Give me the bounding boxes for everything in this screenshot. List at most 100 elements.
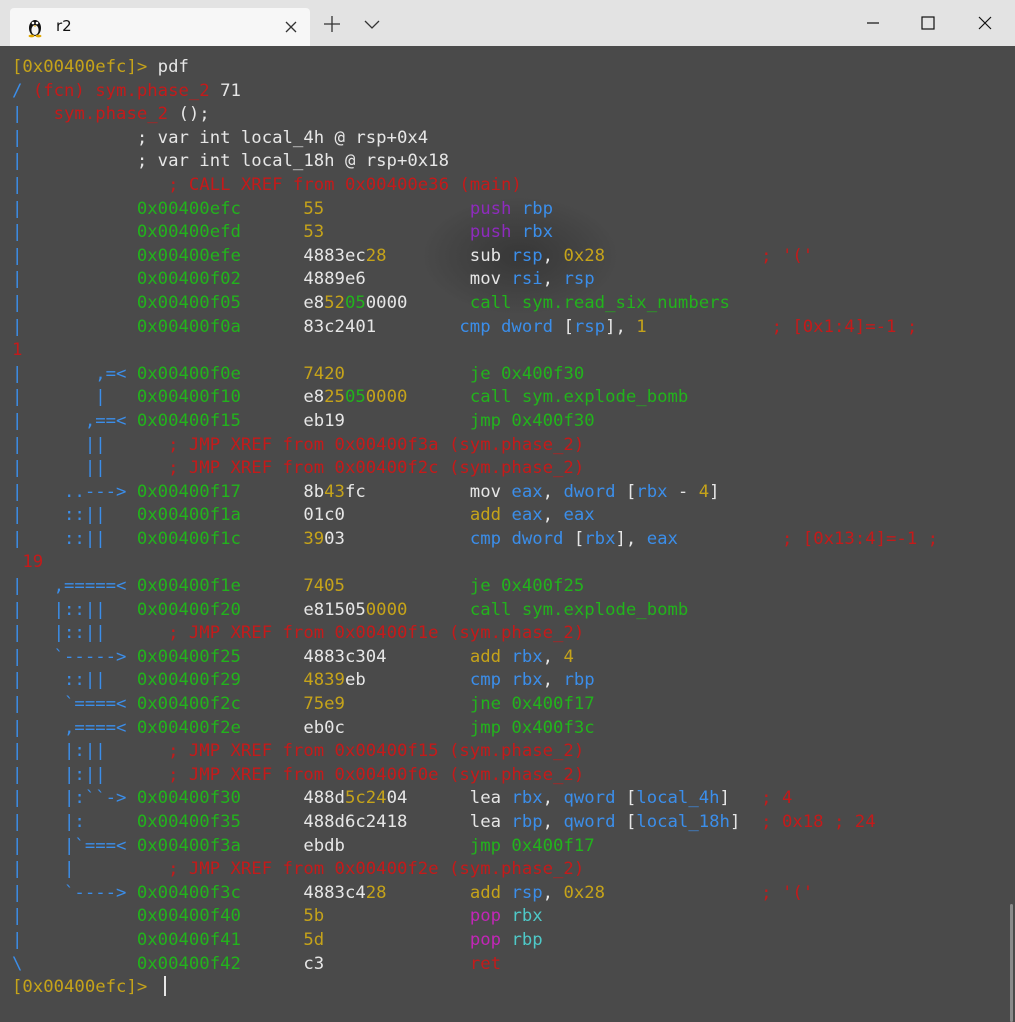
terminal-text: 4889e6 mov — [240, 269, 512, 290]
terminal-text: | ::|| — [12, 528, 137, 549]
terminal-text: 0x00400f02 — [136, 269, 241, 290]
terminal-text: eax — [511, 481, 543, 502]
terminal-text: 0x00400efc — [136, 198, 241, 219]
terminal-text: local_18h — [636, 812, 730, 832]
terminal-text: rsp — [573, 316, 606, 337]
terminal-text: je 0x400f30 — [469, 363, 585, 384]
terminal-text: [ — [625, 788, 637, 809]
terminal-text: | — [12, 127, 137, 148]
chevron-down-icon[interactable] — [360, 12, 384, 36]
terminal-line: | |::|| 0x00400f20 e815050000 call sym.e… — [12, 599, 938, 623]
terminal-text: 55 — [303, 198, 325, 219]
terminal-text: 03 — [324, 528, 470, 549]
tab-r2[interactable]: r2 — [10, 8, 310, 46]
terminal-line: [0x00400efc]> — [12, 976, 938, 1000]
terminal-output[interactable]: [0x00400efc]> pdf / (fcn) sym.phase_2 71 |… — [0, 46, 1015, 1022]
terminal-text: 0x00400f17 — [136, 481, 241, 502]
terminal-text: 0x00400f25 — [136, 646, 241, 667]
terminal-text: 488d6c2418 lea — [240, 812, 512, 832]
terminal-text: ; var int local_18h @ rsp+0x18 — [136, 151, 449, 172]
terminal-text: , — [542, 812, 564, 832]
terminal-line: | || ; JMP XREF from 0x00400f2c (sym.pha… — [12, 457, 938, 481]
terminal-text: jmp 0x400f30 — [469, 410, 595, 431]
terminal-line: | ::|| 0x00400f1a 01c0 add eax, eax — [12, 504, 938, 528]
terminal-text: (fcn) sym.phase_2 — [32, 80, 210, 101]
terminal-line: | ,====< 0x00400f2e eb0c jmp 0x400f3c — [12, 717, 938, 741]
terminal-text: 0x00400f40 — [136, 906, 241, 927]
terminal-text: 7420 — [303, 363, 345, 384]
terminal-text: qword — [563, 788, 626, 809]
minimize-icon[interactable] — [850, 6, 896, 40]
terminal-text: eb0c — [240, 717, 470, 738]
terminal-line: | 0x00400f40 5b pop rbx — [12, 905, 938, 929]
terminal-text: | `====< — [12, 694, 137, 715]
terminal-text: 1 — [12, 340, 23, 361]
terminal-text: rbx — [511, 906, 543, 927]
terminal-text: push — [469, 222, 512, 243]
terminal-text: rsp — [563, 269, 595, 290]
terminal-text: add — [469, 505, 502, 526]
terminal-text: rsp — [511, 245, 543, 266]
terminal-line: | ::|| 0x00400f1c 3903 cmp dword [rbx], … — [12, 528, 938, 552]
window-close-icon[interactable] — [962, 6, 1008, 40]
terminal-text: , — [542, 670, 564, 691]
terminal-text: 0x00400f30 — [136, 788, 241, 809]
terminal-text: rsp — [511, 882, 543, 903]
terminal-text: | | — [12, 387, 137, 408]
terminal-text: 05 — [344, 387, 366, 408]
terminal-text: 0x00400f1c — [136, 528, 241, 549]
terminal-line: | | 0x00400f10 e825050000 call sym.explo… — [12, 386, 938, 410]
terminal-text: rbp — [511, 812, 543, 832]
terminal-text: push — [469, 198, 512, 219]
terminal-line: \ 0x00400f42 c3 ret — [12, 953, 938, 977]
terminal-text: 0x00400f2c — [136, 694, 241, 715]
terminal-text: rbx — [511, 788, 543, 809]
terminal-text: / — [12, 80, 33, 101]
plus-icon[interactable] — [320, 12, 344, 36]
terminal-line: | sym.phase_2 (); — [12, 103, 938, 127]
terminal-line: | `====< 0x00400f2c 75e9 jne 0x400f17 — [12, 693, 938, 717]
terminal-text: | || — [12, 434, 169, 455]
terminal-text: | ,=====< — [12, 576, 137, 597]
terminal-text: 0x00400f29 — [136, 670, 241, 691]
close-icon[interactable] — [280, 16, 302, 38]
terminal-text: call sym.read_six_numbers — [469, 292, 730, 313]
terminal-line: | `-----> 0x00400f25 4883c304 add rbx, 4 — [12, 646, 938, 670]
terminal-text: local_4h — [636, 788, 720, 809]
scrollbar[interactable] — [1010, 904, 1013, 1022]
terminal-text: 52 — [324, 292, 345, 313]
terminal-text: sub — [386, 245, 512, 266]
terminal-text: 7405 — [303, 576, 345, 597]
terminal-text: | — [12, 222, 137, 243]
terminal-text: e81505 — [240, 599, 366, 620]
terminal-text: , — [542, 646, 564, 667]
terminal-text: ; JMP XREF from 0x00400f2e (sym.phase_2) — [168, 859, 585, 880]
terminal-text: - — [667, 481, 699, 502]
terminal-text: ; JMP XREF from 0x00400f2c (sym.phase_2) — [168, 458, 585, 479]
maximize-icon[interactable] — [905, 6, 951, 40]
terminal-text: 01 — [355, 316, 377, 337]
terminal-text: | ::|| — [12, 670, 137, 691]
terminal-line: | ,=< 0x00400f0e 7420 je 0x400f30 — [12, 363, 938, 387]
terminal-line: | |:``-> 0x00400f30 488d5c2404 lea rbx, … — [12, 787, 938, 811]
terminal-text: add — [469, 882, 502, 903]
terminal-text: 0x00400f35 — [136, 812, 241, 832]
terminal-line: 19 — [12, 551, 938, 575]
terminal-text: ; '(' — [761, 245, 814, 266]
terminal-text: ; JMP XREF from 0x00400f0e (sym.phase_2) — [168, 764, 585, 785]
terminal-text: [0x00400efc]> — [12, 977, 158, 998]
terminal-text: rbp — [511, 929, 543, 950]
terminal-line: | `----> 0x00400f3c 4883c428 add rsp, 0x… — [12, 882, 938, 906]
